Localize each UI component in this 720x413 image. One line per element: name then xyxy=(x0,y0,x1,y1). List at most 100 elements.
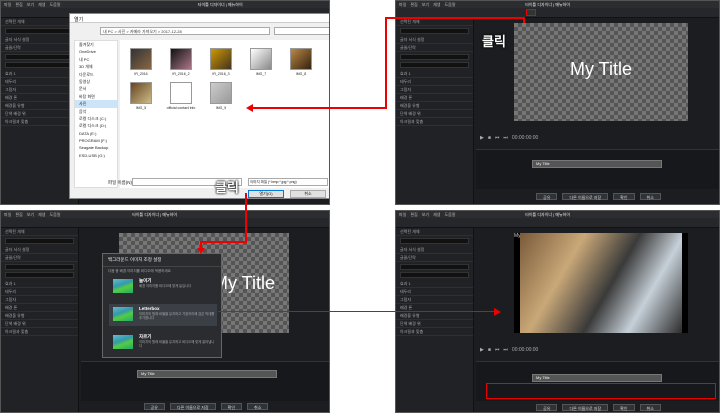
file-thumbnail[interactable] xyxy=(130,82,152,104)
prev-icon[interactable]: ⏮ xyxy=(495,347,500,353)
object-selector[interactable] xyxy=(5,238,74,244)
fit-option-letterbox[interactable]: Letterbox 이미지의 원래 비율을 유지하고 가장자리에 검은 막대를 … xyxy=(109,304,217,326)
nav-item[interactable]: 동영상 xyxy=(75,78,117,85)
section-effect[interactable]: 효과 1 xyxy=(396,70,473,78)
section-border[interactable]: 테두리 xyxy=(1,78,78,86)
menu-file[interactable]: 파일 xyxy=(399,212,406,217)
file-thumbnail[interactable] xyxy=(130,48,152,70)
menu-file[interactable]: 파일 xyxy=(4,2,11,7)
menu-view[interactable]: 보기 xyxy=(27,212,34,217)
size-select[interactable] xyxy=(5,272,74,278)
prev-icon[interactable]: ⏮ xyxy=(495,135,500,141)
menu-view[interactable]: 보기 xyxy=(27,2,34,7)
section-font[interactable]: 글꼴/단락 xyxy=(1,44,78,52)
bg-fit-option[interactable]: 아크릴과 맞춤 xyxy=(396,118,473,126)
section-shadow[interactable]: 그림자 xyxy=(396,296,473,304)
object-selector[interactable] xyxy=(5,28,74,34)
share-button[interactable]: 공유 xyxy=(536,404,558,411)
nav-item[interactable]: 내 PC xyxy=(75,56,117,63)
file-thumbnail[interactable] xyxy=(210,48,232,70)
timeline-track[interactable]: My Title xyxy=(532,160,662,168)
cancel-button[interactable]: 취소 xyxy=(639,193,661,200)
file-thumbnail[interactable] xyxy=(170,48,192,70)
font-select[interactable] xyxy=(400,54,469,60)
nav-item[interactable]: 문서 xyxy=(75,85,117,92)
share-button[interactable]: 공유 xyxy=(143,403,165,410)
section-effect[interactable]: 효과 1 xyxy=(396,280,473,288)
section-shadow[interactable]: 그림자 xyxy=(1,296,78,304)
cancel-button[interactable]: 취소 xyxy=(639,404,661,411)
nav-item[interactable]: ESD-USB (G:) xyxy=(75,152,117,159)
menu-view[interactable]: 보기 xyxy=(422,212,429,217)
menu-play[interactable]: 재생 xyxy=(38,212,45,217)
open-button[interactable]: 열기(O) xyxy=(248,190,284,198)
fit-option-stretch[interactable]: 늘이기 배경 이미지를 비디오에 맞게 늘입니다 xyxy=(109,276,217,298)
menu-help[interactable]: 도움말 xyxy=(445,212,456,217)
next-icon[interactable]: ⏭ xyxy=(503,347,508,353)
menu-view[interactable]: 보기 xyxy=(422,2,429,7)
insert-background-button[interactable] xyxy=(526,9,536,16)
menu-play[interactable]: 재생 xyxy=(433,212,440,217)
bg-solid-option[interactable]: 단색 배경 위 xyxy=(1,110,78,118)
ok-button[interactable]: 확인 xyxy=(613,404,635,411)
menu-help[interactable]: 도움말 xyxy=(50,2,61,7)
ok-button[interactable]: 확인 xyxy=(613,193,635,200)
font-select[interactable] xyxy=(5,264,74,270)
file-thumbnail[interactable] xyxy=(170,82,192,104)
menu-file[interactable]: 파일 xyxy=(4,212,11,217)
nav-item[interactable]: PROGRAM (F:) xyxy=(75,137,117,144)
section-text-format[interactable]: 글자 서식 설정 xyxy=(396,246,473,254)
font-select[interactable] xyxy=(400,264,469,270)
section-font[interactable]: 글꼴/단락 xyxy=(396,254,473,262)
menu-help[interactable]: 도움말 xyxy=(50,212,61,217)
save-as-button[interactable]: 다른 이름으로 저장 xyxy=(562,404,609,411)
menu-play[interactable]: 재생 xyxy=(433,2,440,7)
section-border[interactable]: 테두리 xyxy=(1,288,78,296)
file-thumbnail[interactable] xyxy=(250,48,272,70)
bg-solid-option[interactable]: 단색 배경 위 xyxy=(1,320,78,328)
address-bar[interactable]: 내 PC > 사진 > 카메라 가져오기 > 2017-12-28 xyxy=(100,27,270,35)
nav-item[interactable]: 3D 개체 xyxy=(75,63,117,70)
bg-fit-option[interactable]: 아크릴과 맞춤 xyxy=(1,118,78,126)
play-icon[interactable]: ▶ xyxy=(480,347,484,353)
section-text-format[interactable]: 글자 서식 설정 xyxy=(1,246,78,254)
cancel-button[interactable]: 취소 xyxy=(290,190,326,198)
section-background[interactable]: 배경 폰 xyxy=(1,304,78,312)
section-background[interactable]: 배경 폰 xyxy=(1,94,78,102)
save-as-button[interactable]: 다른 이름으로 저장 xyxy=(562,193,609,200)
nav-item[interactable]: 음악 xyxy=(75,108,117,115)
preview-title-text[interactable]: My Title xyxy=(514,59,688,80)
nav-item-selected[interactable]: 사진 xyxy=(75,100,117,108)
bg-fit-option[interactable]: 아크릴과 맞춤 xyxy=(1,328,78,336)
object-selector[interactable] xyxy=(400,238,469,244)
size-select[interactable] xyxy=(400,62,469,68)
timeline-track[interactable]: My Title xyxy=(532,374,662,382)
section-effect[interactable]: 효과 1 xyxy=(1,280,78,288)
object-selector[interactable] xyxy=(400,28,469,34)
stop-icon[interactable]: ■ xyxy=(488,347,491,353)
play-icon[interactable]: ▶ xyxy=(480,135,484,141)
menu-edit[interactable]: 편집 xyxy=(410,212,417,217)
menu-help[interactable]: 도움말 xyxy=(445,2,456,7)
menu-file[interactable]: 파일 xyxy=(399,2,406,7)
nav-item[interactable]: 바탕 화면 xyxy=(75,93,117,100)
section-font[interactable]: 글꼴/단락 xyxy=(396,44,473,52)
section-text-format[interactable]: 글자 서식 설정 xyxy=(396,36,473,44)
bg-solid-option[interactable]: 단색 배경 위 xyxy=(396,320,473,328)
size-select[interactable] xyxy=(400,272,469,278)
nav-item[interactable]: 로컬 디스크 (C:) xyxy=(75,115,117,122)
menu-edit[interactable]: 편집 xyxy=(15,2,22,7)
section-background[interactable]: 배경 폰 xyxy=(396,94,473,102)
menu-play[interactable]: 재생 xyxy=(38,2,45,7)
menu-edit[interactable]: 편집 xyxy=(410,2,417,7)
nav-item[interactable]: 로컬 디스크 (D:) xyxy=(75,122,117,129)
nav-item[interactable]: 즐겨찾기 xyxy=(75,41,117,48)
menu-edit[interactable]: 편집 xyxy=(15,212,22,217)
nav-item[interactable]: 다운로드 xyxy=(75,71,117,78)
section-shadow[interactable]: 그림자 xyxy=(1,86,78,94)
ok-button[interactable]: 확인 xyxy=(220,403,243,410)
file-thumbnail[interactable] xyxy=(290,48,312,70)
dialog-search-input[interactable] xyxy=(274,27,329,35)
size-select[interactable] xyxy=(5,62,74,68)
cancel-button[interactable]: 취소 xyxy=(247,403,269,410)
